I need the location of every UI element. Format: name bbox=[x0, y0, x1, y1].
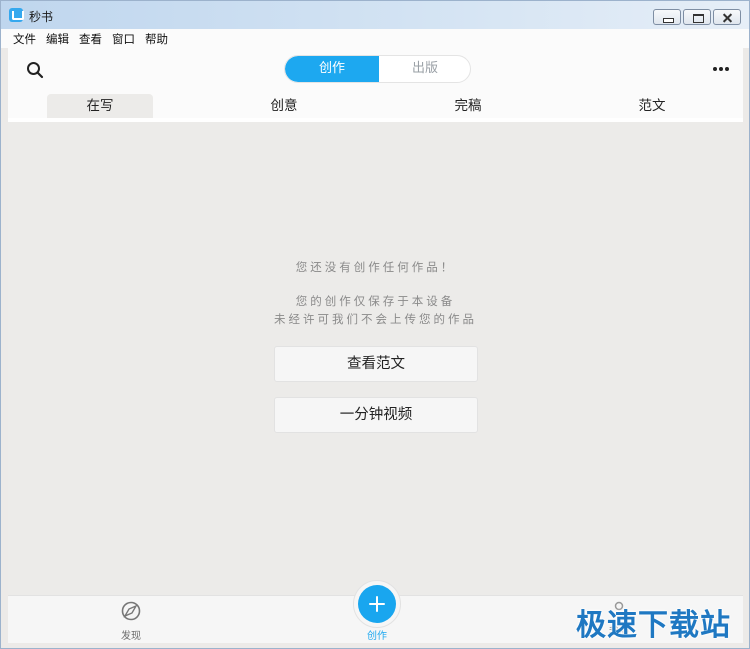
app-window: 秒书 文件 编辑 查看 窗口 帮助 创作 出版 在写 创意 完稿 范文 您还没有… bbox=[0, 0, 750, 649]
one-minute-video-button[interactable]: 一分钟视频 bbox=[274, 397, 478, 433]
more-dot bbox=[725, 67, 729, 71]
compass-icon bbox=[121, 601, 141, 621]
app-logo-icon bbox=[9, 8, 24, 22]
mode-publish-button[interactable]: 出版 bbox=[379, 56, 470, 82]
empty-state-note-line2: 未经许可我们不会上传您的作品 bbox=[274, 312, 477, 326]
site-watermark: 极速下载站 bbox=[576, 608, 731, 643]
app-header: 创作 出版 在写 创意 完稿 范文 bbox=[8, 48, 743, 118]
work-tabs: 在写 创意 完稿 范文 bbox=[8, 94, 743, 118]
mode-switch: 创作 出版 bbox=[284, 55, 471, 83]
more-icon[interactable] bbox=[713, 67, 729, 71]
nav-discover-label: 发现 bbox=[121, 631, 141, 642]
close-icon[interactable] bbox=[713, 9, 741, 25]
create-plus-icon[interactable] bbox=[358, 585, 396, 623]
tab-ideas[interactable]: 创意 bbox=[231, 94, 337, 118]
main-content: 您还没有创作任何作品！ 您的创作仅保存于本设备 未经许可我们不会上传您的作品 查… bbox=[8, 122, 743, 595]
nav-create-label: 创作 bbox=[367, 631, 387, 642]
minimize-icon[interactable] bbox=[653, 9, 681, 25]
nav-discover[interactable]: 发现 bbox=[116, 600, 146, 642]
menu-bar: 文件 编辑 查看 窗口 帮助 bbox=[1, 29, 749, 48]
tab-writing[interactable]: 在写 bbox=[47, 94, 153, 118]
maximize-icon[interactable] bbox=[683, 9, 711, 25]
menu-help[interactable]: 帮助 bbox=[145, 29, 173, 48]
more-dot bbox=[713, 67, 717, 71]
menu-view[interactable]: 查看 bbox=[79, 29, 107, 48]
tab-samples[interactable]: 范文 bbox=[599, 94, 705, 118]
title-bar[interactable]: 秒书 bbox=[1, 1, 749, 29]
menu-edit[interactable]: 编辑 bbox=[46, 29, 74, 48]
tab-finished[interactable]: 完稿 bbox=[415, 94, 521, 118]
window-controls bbox=[653, 9, 741, 25]
view-samples-button[interactable]: 查看范文 bbox=[274, 346, 478, 382]
more-dot bbox=[719, 67, 723, 71]
empty-state-title: 您还没有创作任何作品！ bbox=[295, 260, 456, 274]
mode-create-button[interactable]: 创作 bbox=[285, 56, 379, 82]
window-title: 秒书 bbox=[29, 10, 54, 24]
search-icon[interactable] bbox=[26, 61, 44, 79]
menu-file[interactable]: 文件 bbox=[13, 29, 41, 48]
empty-state-note-line1: 您的创作仅保存于本设备 bbox=[295, 294, 456, 308]
menu-window[interactable]: 窗口 bbox=[112, 29, 140, 48]
